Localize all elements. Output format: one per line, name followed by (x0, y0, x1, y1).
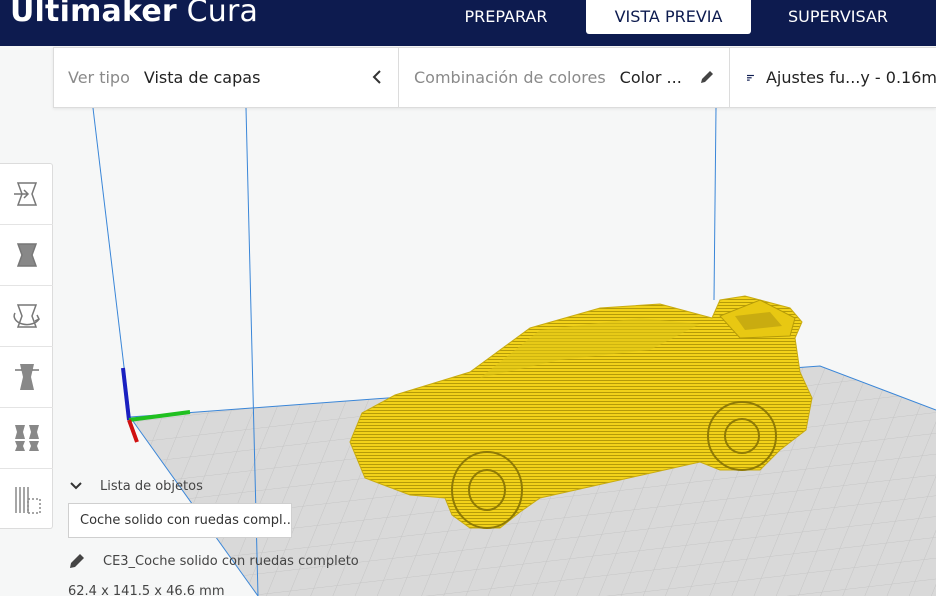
top-navigation: Ultimaker Cura PREPARAR VISTA PREVIA SUP… (0, 0, 936, 46)
tool-per-model-settings[interactable] (0, 408, 53, 469)
view-toolbar: Ver tipo Vista de capas Combinación de c… (53, 47, 936, 108)
color-scheme-selector[interactable]: Combinación de colores Color ... (400, 48, 730, 107)
tool-sidebar (0, 163, 53, 529)
object-name: CE3_Coche solido con ruedas completo (103, 553, 359, 569)
print-settings-icon (747, 74, 754, 81)
chevron-left-icon[interactable] (370, 67, 384, 87)
tool-move[interactable] (0, 164, 53, 225)
tool-rotate[interactable] (0, 286, 53, 347)
z-axis (121, 367, 131, 421)
color-scheme-label: Combinación de colores (414, 68, 606, 87)
app-logo: Ultimaker Cura (10, 0, 259, 29)
support-blocker-icon (14, 486, 41, 514)
object-list-item[interactable]: Coche solido con ruedas compl... (68, 503, 292, 538)
tool-mirror[interactable] (0, 347, 53, 408)
view-type-label: Ver tipo (68, 68, 130, 87)
tab-preview[interactable]: VISTA PREVIA (586, 0, 751, 34)
object-list-toggle[interactable]: Lista de objetos (68, 478, 203, 494)
mirror-icon (14, 364, 39, 390)
object-name-row[interactable]: CE3_Coche solido con ruedas completo (68, 552, 359, 570)
object-dimensions: 62.4 x 141.5 x 46.6 mm (68, 584, 225, 596)
tab-monitor[interactable]: SUPERVISAR (768, 0, 908, 34)
rotate-icon (12, 304, 40, 328)
chevron-down-icon (70, 482, 82, 490)
build-volume-edge (713, 107, 717, 301)
per-model-settings-icon (14, 425, 39, 451)
scale-icon (16, 243, 37, 267)
view-type-selector[interactable]: Ver tipo Vista de capas (54, 48, 399, 107)
print-settings-value: Ajustes fu...y - 0.16m (765, 68, 936, 87)
pencil-icon[interactable] (699, 69, 715, 85)
tool-support-blocker[interactable] (0, 469, 53, 530)
move-icon (13, 182, 37, 206)
color-scheme-value: Color ... (619, 68, 682, 87)
pencil-icon (70, 554, 84, 568)
view-type-value: Vista de capas (143, 68, 261, 87)
print-settings-selector[interactable]: Ajustes fu...y - 0.16m (731, 48, 936, 107)
tool-scale[interactable] (0, 225, 53, 286)
tab-prepare[interactable]: PREPARAR (446, 0, 566, 34)
object-list-label: Lista de objetos (100, 478, 203, 494)
